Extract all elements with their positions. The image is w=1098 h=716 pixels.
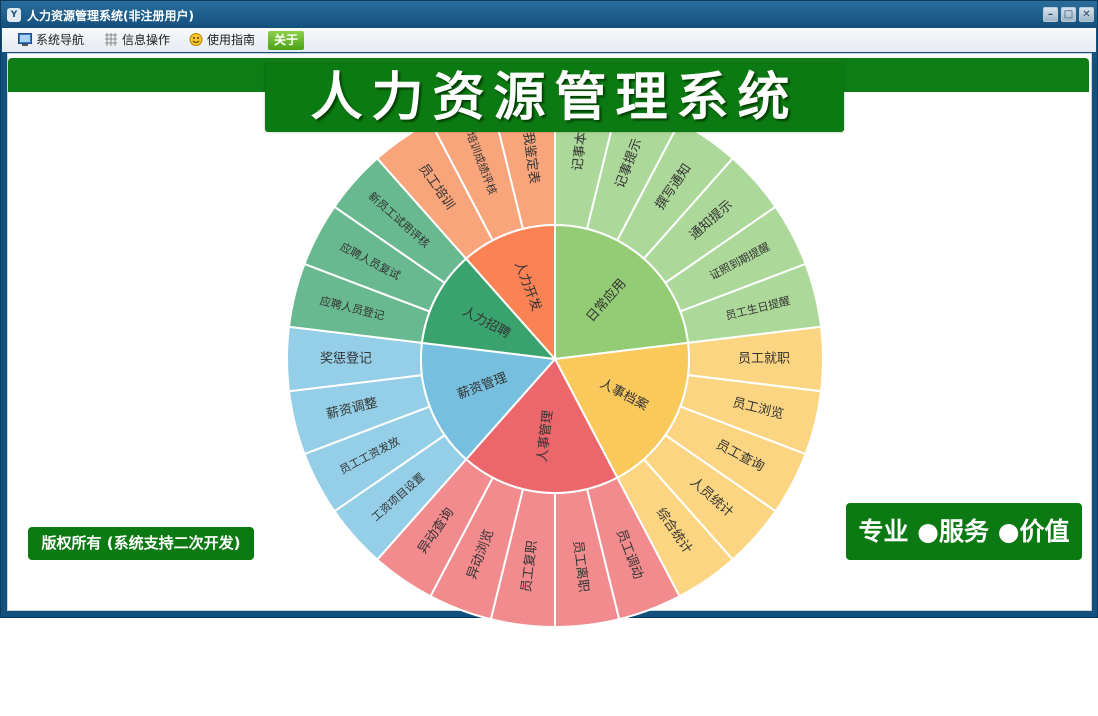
wheel-item-label[interactable]: 奖惩登记 — [320, 352, 372, 367]
title-box: 人力资源管理系统 — [265, 64, 844, 132]
slogan-badge: 专业 ●服务 ●价值 — [846, 503, 1082, 560]
page-title: 人力资源管理系统 — [310, 68, 799, 128]
wheel-item-label[interactable]: 员工就职 — [738, 352, 790, 367]
copyright-badge: 版权所有 (系统支持二次开发) — [28, 527, 254, 560]
